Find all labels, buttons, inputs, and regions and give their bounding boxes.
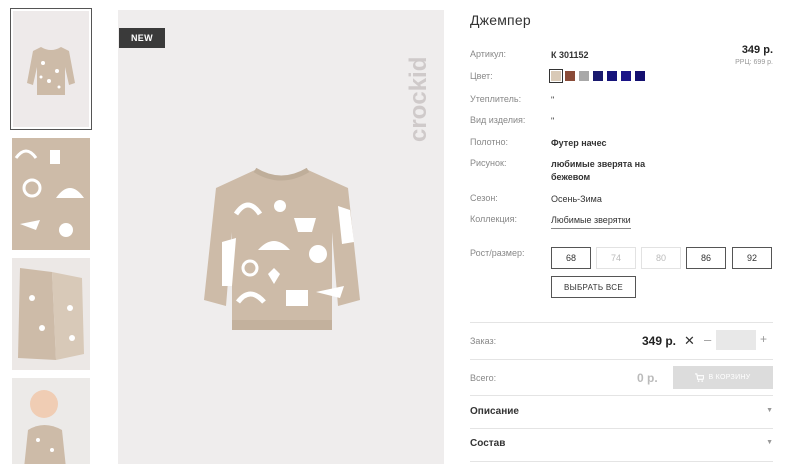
- article-value: К 301152: [551, 50, 589, 60]
- color-swatches: [549, 69, 645, 83]
- size-option-80: 80: [641, 247, 681, 269]
- accordion-composition[interactable]: Состав ▼: [470, 432, 773, 456]
- accordion-description-label: Описание: [470, 406, 519, 417]
- chevron-down-icon: ▼: [766, 439, 773, 446]
- article-row: Артикул: К 301152: [470, 49, 589, 60]
- divider: [470, 428, 773, 429]
- type-row: Вид изделия: ": [470, 115, 554, 126]
- quantity-input[interactable]: [716, 330, 756, 350]
- order-label: Заказ:: [470, 336, 497, 346]
- pattern-label: Рисунок:: [470, 158, 507, 168]
- sweater-illustration: [204, 167, 360, 330]
- order-price: 349 р.: [642, 334, 677, 348]
- divider: [470, 359, 773, 360]
- add-to-cart-label: В КОРЗИНУ: [708, 374, 751, 381]
- thumbnail-front[interactable]: [10, 8, 92, 130]
- fabric-row: Полотно: Футер начес: [470, 137, 607, 148]
- divider: [470, 395, 773, 396]
- insulation-label: Утеплитель:: [470, 94, 522, 104]
- baby-model-image: [12, 378, 90, 464]
- size-option-86[interactable]: 86: [686, 247, 726, 269]
- color-label: Цвет:: [470, 71, 493, 81]
- sweater-inside-image: [12, 258, 90, 370]
- chevron-down-icon: ▼: [766, 407, 773, 414]
- rrc-price: РРЦ: 699 р.: [735, 59, 773, 66]
- color-swatch[interactable]: [635, 71, 645, 81]
- thumbnail-list: [10, 8, 92, 464]
- season-value: Осень-Зима: [551, 194, 602, 204]
- size-option-68[interactable]: 68: [551, 247, 591, 269]
- collection-label: Коллекция:: [470, 214, 518, 224]
- divider: [470, 322, 773, 323]
- pattern-closeup-image: [12, 138, 90, 250]
- product-title: Джемпер: [470, 12, 531, 28]
- pattern-row: Рисунок: любимые зверята на бежевом: [470, 158, 645, 182]
- article-label: Артикул:: [470, 49, 507, 59]
- color-swatch[interactable]: [565, 71, 575, 81]
- color-swatch[interactable]: [579, 71, 589, 81]
- color-swatch[interactable]: [621, 71, 631, 81]
- accordion-description[interactable]: Описание ▼: [470, 400, 773, 424]
- total-value: 0 р.: [637, 371, 658, 385]
- thumbnail-model[interactable]: [12, 378, 90, 464]
- season-label: Сезон:: [470, 193, 498, 203]
- divider: [470, 461, 773, 462]
- size-option-92[interactable]: 92: [732, 247, 772, 269]
- accordion-composition-label: Состав: [470, 438, 506, 449]
- select-all-button[interactable]: ВЫБРАТЬ ВСЕ: [551, 276, 636, 298]
- pattern-value-line1: любимые зверята на: [551, 159, 646, 169]
- total-label: Всего:: [470, 373, 497, 383]
- color-swatch[interactable]: [593, 71, 603, 81]
- price-box: 349 р. РРЦ: 699 р.: [735, 44, 773, 66]
- increment-button[interactable]: +: [760, 332, 767, 346]
- main-product-image[interactable]: NEW crockid: [118, 10, 444, 464]
- collection-link[interactable]: Любимые зверятки: [551, 214, 631, 229]
- fabric-label: Полотно:: [470, 137, 509, 147]
- color-swatch[interactable]: [549, 69, 563, 83]
- cart-icon: [695, 373, 705, 382]
- collection-row: Коллекция: Любимые зверятки: [470, 214, 631, 229]
- fabric-value: Футер начес: [551, 138, 607, 148]
- color-row: Цвет:: [470, 69, 645, 83]
- type-value: ": [551, 116, 555, 126]
- season-row: Сезон: Осень-Зима: [470, 193, 602, 204]
- insulation-value: ": [551, 95, 555, 105]
- add-to-cart-button[interactable]: В КОРЗИНУ: [673, 366, 773, 389]
- order-row: Заказ: 349 р. ✕ – +: [470, 325, 773, 355]
- sweater-front-image: [27, 47, 75, 95]
- product-price: 349 р.: [741, 44, 773, 56]
- pattern-value-line2: бежевом: [551, 172, 591, 182]
- thumbnail-inside[interactable]: [12, 258, 90, 370]
- total-row: Всего: 0 р. В КОРЗИНУ: [470, 365, 773, 391]
- insulation-row: Утеплитель: ": [470, 94, 554, 105]
- color-swatch[interactable]: [607, 71, 617, 81]
- decrement-button[interactable]: –: [704, 332, 711, 347]
- size-option-74: 74: [596, 247, 636, 269]
- size-label: Рост/размер:: [470, 248, 525, 258]
- thumbnail-pattern[interactable]: [12, 138, 90, 250]
- type-label: Вид изделия:: [470, 115, 526, 125]
- multiply-icon: ✕: [684, 333, 695, 348]
